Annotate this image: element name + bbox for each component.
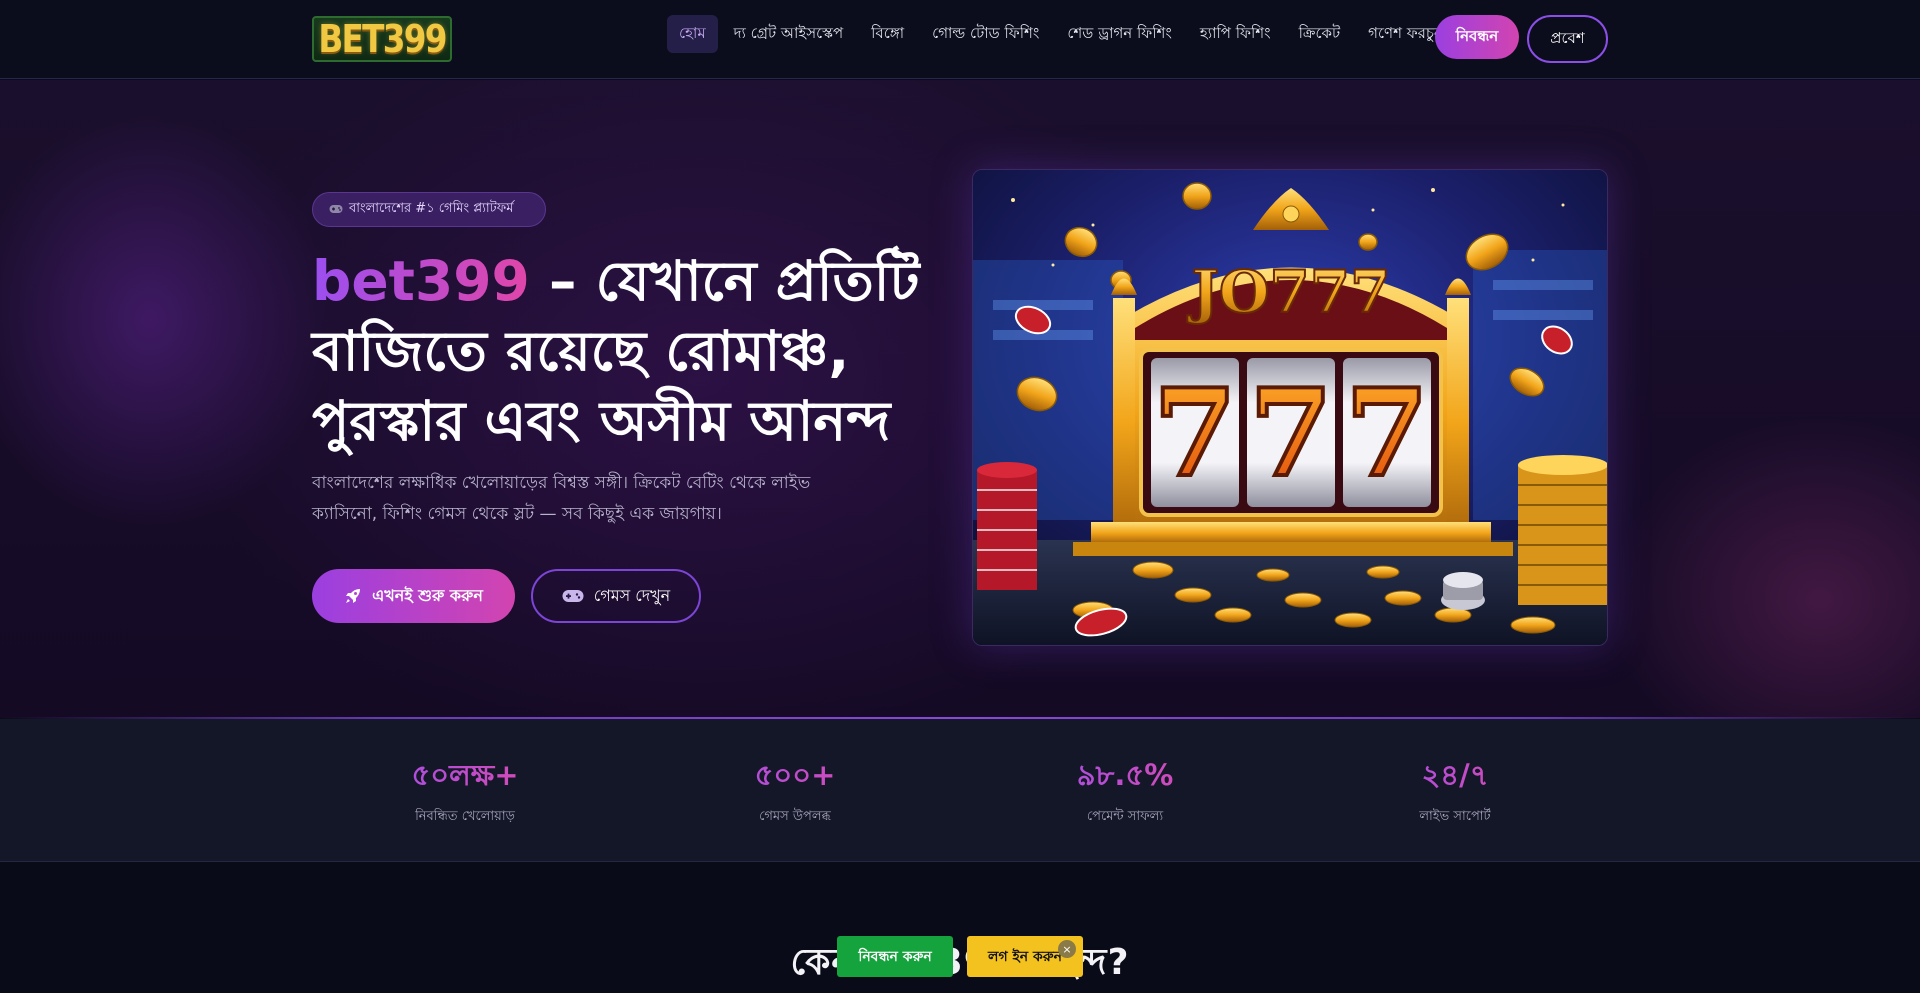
hero-description: বাংলাদেশের লক্ষাধিক খেলোয়াড়ের বিশ্বস্ত… <box>312 473 811 524</box>
stat-live-support: ২৪/৭ লাইভ সাপোর্ট <box>1370 758 1540 828</box>
stat-value: ৯৮.৫% <box>1040 758 1210 792</box>
slot-machine-image: JO777 7 7 7 <box>972 169 1608 646</box>
rocket-icon <box>344 587 362 605</box>
reel-symbol-1: 7 <box>1153 363 1237 504</box>
stat-games: ৫০০+ গেমস উপলব্ধ <box>710 758 880 828</box>
nav-happy-fishing[interactable]: হ্যাপি ফিশিং <box>1186 15 1285 53</box>
hero-section <box>0 80 1920 718</box>
stat-label: লাইভ সাপোর্ট <box>1419 809 1491 824</box>
header-login-button[interactable]: প্রবেশ <box>1527 15 1608 63</box>
stat-label: পেমেন্ট সাফল্য <box>1086 809 1164 824</box>
stat-value: ৫০লক্ষ+ <box>380 758 550 792</box>
view-games-label: গেমস দেখুন <box>593 585 671 605</box>
nav-gold-toad-fishing[interactable]: গোল্ড টোড ফিশিং <box>918 15 1053 53</box>
view-games-button[interactable]: গেমস দেখুন <box>531 569 701 623</box>
stat-players: ৫০লক্ষ+ নিবন্ধিত খেলোয়াড় <box>380 758 550 828</box>
nav-bingo[interactable]: বিঙ্গো <box>857 15 918 53</box>
reel-symbol-3: 7 <box>1345 363 1429 504</box>
stat-value: ২৪/৭ <box>1370 758 1540 792</box>
slot-sign-text: JO777 <box>1186 258 1390 326</box>
stat-value: ৫০০+ <box>710 758 880 792</box>
reel-symbol-2: 7 <box>1249 363 1333 504</box>
gamepad-icon <box>329 203 343 217</box>
stat-label: নিবন্ধিত খেলোয়াড় <box>415 809 515 824</box>
start-now-label: এখনই শুরু করুন <box>372 585 483 605</box>
floating-register-button[interactable]: নিবন্ধন করুন <box>837 936 953 977</box>
start-now-button[interactable]: এখনই শুরু করুন <box>312 569 515 623</box>
close-icon[interactable]: × <box>1058 940 1076 958</box>
main-nav: হোম দ্য গ্রেট আইসস্কেপ বিঙ্গো গোল্ড টোড … <box>667 15 1457 53</box>
hero-title-brand: bet399 <box>312 249 530 313</box>
nav-home[interactable]: হোম <box>667 15 718 53</box>
site-header: BET399 হোম দ্য গ্রেট আইসস্কেপ বিঙ্গো গোল… <box>0 0 1920 79</box>
stat-label: গেমস উপলব্ধ <box>759 809 831 824</box>
nav-shade-dragon-fishing[interactable]: শেড ড্রাগন ফিশিং <box>1053 15 1186 53</box>
gamepad-icon <box>562 589 584 603</box>
hero-title: bet399 – যেখানে প্রতিটি বাজিতে রয়েছে রো… <box>312 246 932 456</box>
nav-cricket[interactable]: ক্রিকেট <box>1285 15 1355 53</box>
why-choose-heading: কেন bet399 পছন্দ? <box>790 942 1130 983</box>
header-register-button[interactable]: নিবন্ধন <box>1435 15 1519 59</box>
logo-text: BET399 <box>318 17 447 61</box>
hero-badge-text: বাংলাদেশের #১ গেমিং প্ল্যাটফর্ম <box>349 201 514 216</box>
site-logo[interactable]: BET399 <box>312 16 452 62</box>
hero-badge: বাংলাদেশের #১ গেমিং প্ল্যাটফর্ম <box>312 192 546 227</box>
stat-payment-success: ৯৮.৫% পেমেন্ট সাফল্য <box>1040 758 1210 828</box>
nav-great-icescape[interactable]: দ্য গ্রেট আইসস্কেপ <box>720 15 857 53</box>
stats-bar: ৫০লক্ষ+ নিবন্ধিত খেলোয়াড় ৫০০+ গেমস উপল… <box>0 719 1920 862</box>
